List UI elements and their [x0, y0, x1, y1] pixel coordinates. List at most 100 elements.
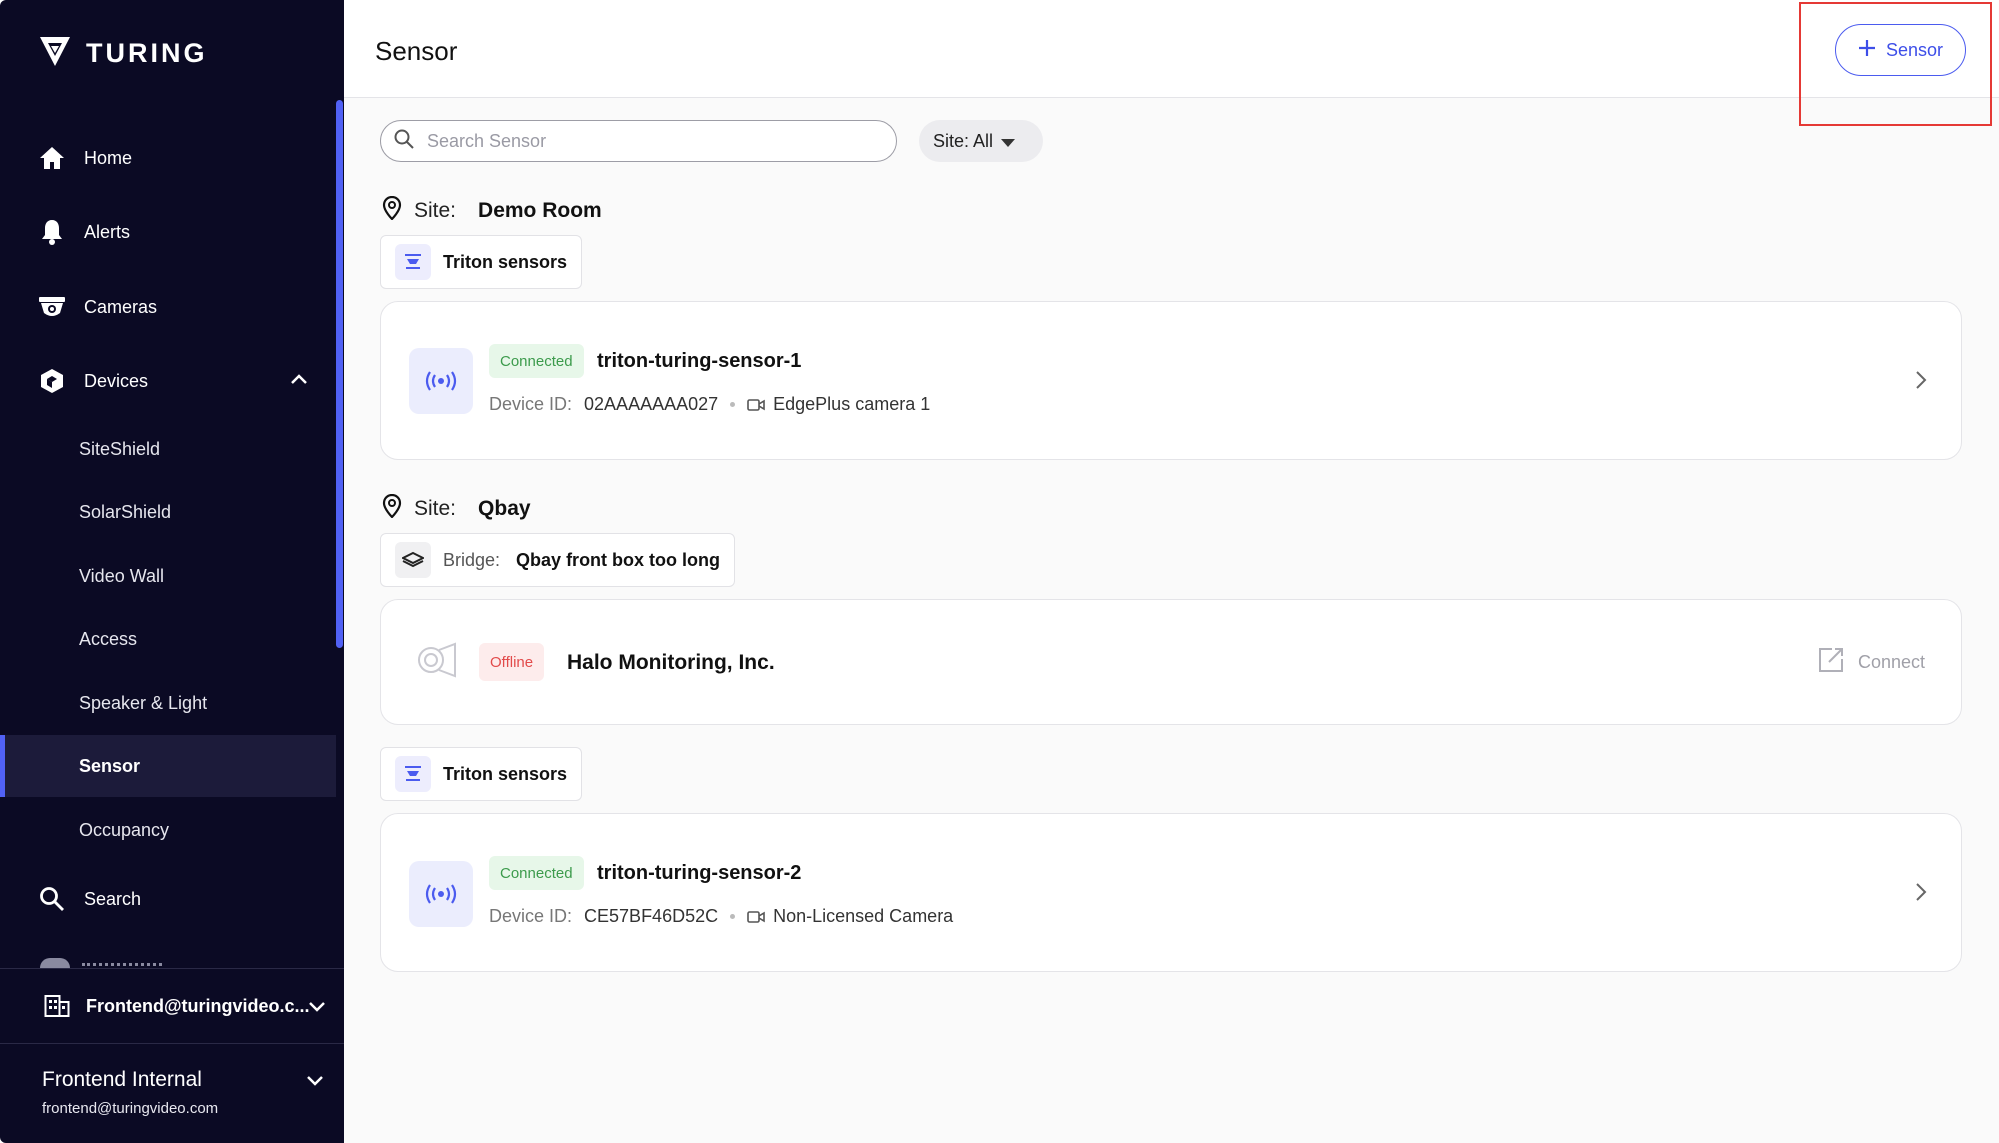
connect-label: Connect: [1857, 652, 1925, 672]
group-chip-triton: Triton sensors: [380, 747, 583, 801]
sidebar-item-label: SiteShield: [79, 438, 161, 459]
search-field[interactable]: [380, 120, 897, 162]
status-badge: Connected: [489, 344, 584, 378]
nav-devices[interactable]: Devices: [0, 351, 336, 411]
caret-down-icon: [1001, 131, 1016, 152]
group-chip-label: Triton sensors: [443, 251, 568, 272]
bridge-icon: [395, 542, 431, 578]
site-label: Site:: [414, 497, 457, 520]
sidebar-item-video-wall[interactable]: Video Wall: [0, 545, 336, 607]
chevron-right-icon[interactable]: [1915, 882, 1927, 907]
site-filter-dropdown[interactable]: Site: All: [919, 120, 1043, 162]
external-link-icon: [1818, 647, 1844, 678]
sidebar-item-sensor[interactable]: Sensor: [0, 735, 336, 797]
site-header: Site: Demo Room: [382, 195, 602, 226]
location-pin-icon: [382, 493, 402, 524]
site-label: Site:: [414, 199, 457, 222]
video-camera-icon: [747, 910, 765, 923]
plus-icon: [1858, 39, 1876, 62]
nav-devices-label: Devices: [84, 370, 149, 391]
sidebar-item-label: SolarShield: [79, 501, 172, 522]
nav-cameras[interactable]: Cameras: [0, 277, 336, 337]
sidebar-item-occupancy[interactable]: Occupancy: [0, 799, 336, 861]
nav-home-label: Home: [84, 147, 133, 168]
page-header: Sensor Sensor: [344, 0, 1999, 98]
nav-search[interactable]: Search: [0, 869, 336, 929]
chevron-right-icon[interactable]: [1915, 370, 1927, 395]
chevron-up-icon[interactable]: [290, 369, 308, 390]
sidebar-item-label: Sensor: [79, 755, 141, 776]
bridge-device-name: Halo Monitoring, Inc.: [567, 651, 775, 674]
site-name: Demo Room: [478, 199, 602, 222]
connect-button[interactable]: Connect: [1818, 647, 1925, 678]
sidebar-item-label: Video Wall: [79, 565, 165, 586]
sidebar-scrollbar[interactable]: [336, 100, 343, 648]
sensor-meta: Device ID: CE57BF46D52C Non-Licensed Cam…: [489, 906, 953, 927]
separator-dot: [730, 914, 736, 919]
device-id-label: Device ID:: [489, 906, 573, 926]
nav-search-label: Search: [84, 888, 142, 909]
search-icon: [393, 128, 415, 155]
user-name: Frontend Internal: [42, 1068, 202, 1091]
sensor-card[interactable]: Connected triton-turing-sensor-2 Device …: [380, 813, 1962, 972]
sensor-broadcast-icon: [409, 861, 473, 927]
sidebar-item-label: Access: [79, 628, 138, 649]
sidebar-item-label: Speaker & Light: [79, 692, 208, 713]
halo-device-icon: [415, 638, 459, 687]
turing-logo-icon: [38, 34, 72, 73]
nav-cameras-label: Cameras: [84, 296, 158, 317]
bridge-name: Qbay front box too long: [516, 549, 721, 570]
sensor-card[interactable]: Connected triton-turing-sensor-1 Device …: [380, 301, 1962, 460]
status-badge: Offline: [479, 643, 545, 681]
add-sensor-label: Sensor: [1885, 39, 1944, 60]
triton-sensor-icon: [395, 756, 431, 792]
sidebar: TURING Home Alerts Cameras Devices SiteS…: [0, 0, 344, 1143]
group-chip-label: Triton sensors: [443, 763, 568, 784]
site-filter-label: Site: All: [933, 130, 994, 151]
video-camera-icon: [747, 398, 765, 411]
sensor-name: triton-turing-sensor-2: [597, 862, 802, 884]
chevron-down-icon[interactable]: [306, 1074, 324, 1092]
bridge-chip: Bridge: Qbay front box too long: [380, 533, 736, 587]
user-profile[interactable]: Frontend Internal frontend@turingvideo.c…: [42, 1068, 218, 1117]
sensor-name: triton-turing-sensor-1: [597, 350, 802, 372]
brand-name: TURING: [86, 38, 208, 68]
sidebar-item-siteshield[interactable]: SiteShield: [0, 418, 336, 480]
org-switcher[interactable]: Frontend@turingvideo.c...: [0, 968, 344, 1044]
sensor-broadcast-icon: [409, 348, 473, 414]
status-badge: Connected: [489, 856, 584, 890]
devices-icon: [38, 367, 66, 395]
sensor-meta: Device ID: 02AAAAAAA027 EdgePlus camera …: [489, 394, 930, 415]
device-id-value: 02AAAAAAA027: [584, 394, 719, 414]
bell-icon: [38, 218, 66, 246]
nav-home[interactable]: Home: [0, 128, 336, 188]
bridge-device-card[interactable]: Offline Halo Monitoring, Inc. Connect: [380, 599, 1962, 725]
location-pin-icon: [382, 195, 402, 226]
camera-name: Non-Licensed Camera: [773, 906, 954, 926]
nav-alerts-label: Alerts: [84, 221, 131, 242]
logo[interactable]: TURING: [38, 34, 208, 73]
building-icon: [44, 994, 70, 1018]
search-input[interactable]: [427, 130, 867, 152]
nav-alerts[interactable]: Alerts: [0, 202, 336, 262]
page-title: Sensor: [375, 36, 458, 66]
org-name: Frontend@turingvideo.c...: [86, 995, 310, 1016]
triton-sensor-icon: [395, 244, 431, 280]
group-chip-triton: Triton sensors: [380, 235, 583, 289]
add-sensor-button[interactable]: Sensor: [1835, 24, 1966, 76]
sidebar-item-speaker-light[interactable]: Speaker & Light: [0, 672, 336, 734]
device-id-label: Device ID:: [489, 394, 573, 414]
sidebar-item-solarshield[interactable]: SolarShield: [0, 481, 336, 543]
separator-dot: [730, 402, 736, 407]
user-email: frontend@turingvideo.com: [42, 1100, 219, 1117]
site-header: Site: Qbay: [382, 493, 531, 524]
chevron-down-icon: [308, 997, 326, 1018]
bridge-label: Bridge:: [443, 549, 501, 570]
sidebar-item-access[interactable]: Access: [0, 608, 336, 670]
device-id-value: CE57BF46D52C: [584, 906, 719, 926]
nav-partial-icon: [40, 958, 70, 968]
camera-icon: [38, 293, 66, 321]
sidebar-item-label: Occupancy: [79, 819, 170, 840]
search-icon: [38, 885, 66, 913]
main-content: Sensor Sensor Site: All Site: Demo Room …: [344, 0, 1999, 1143]
